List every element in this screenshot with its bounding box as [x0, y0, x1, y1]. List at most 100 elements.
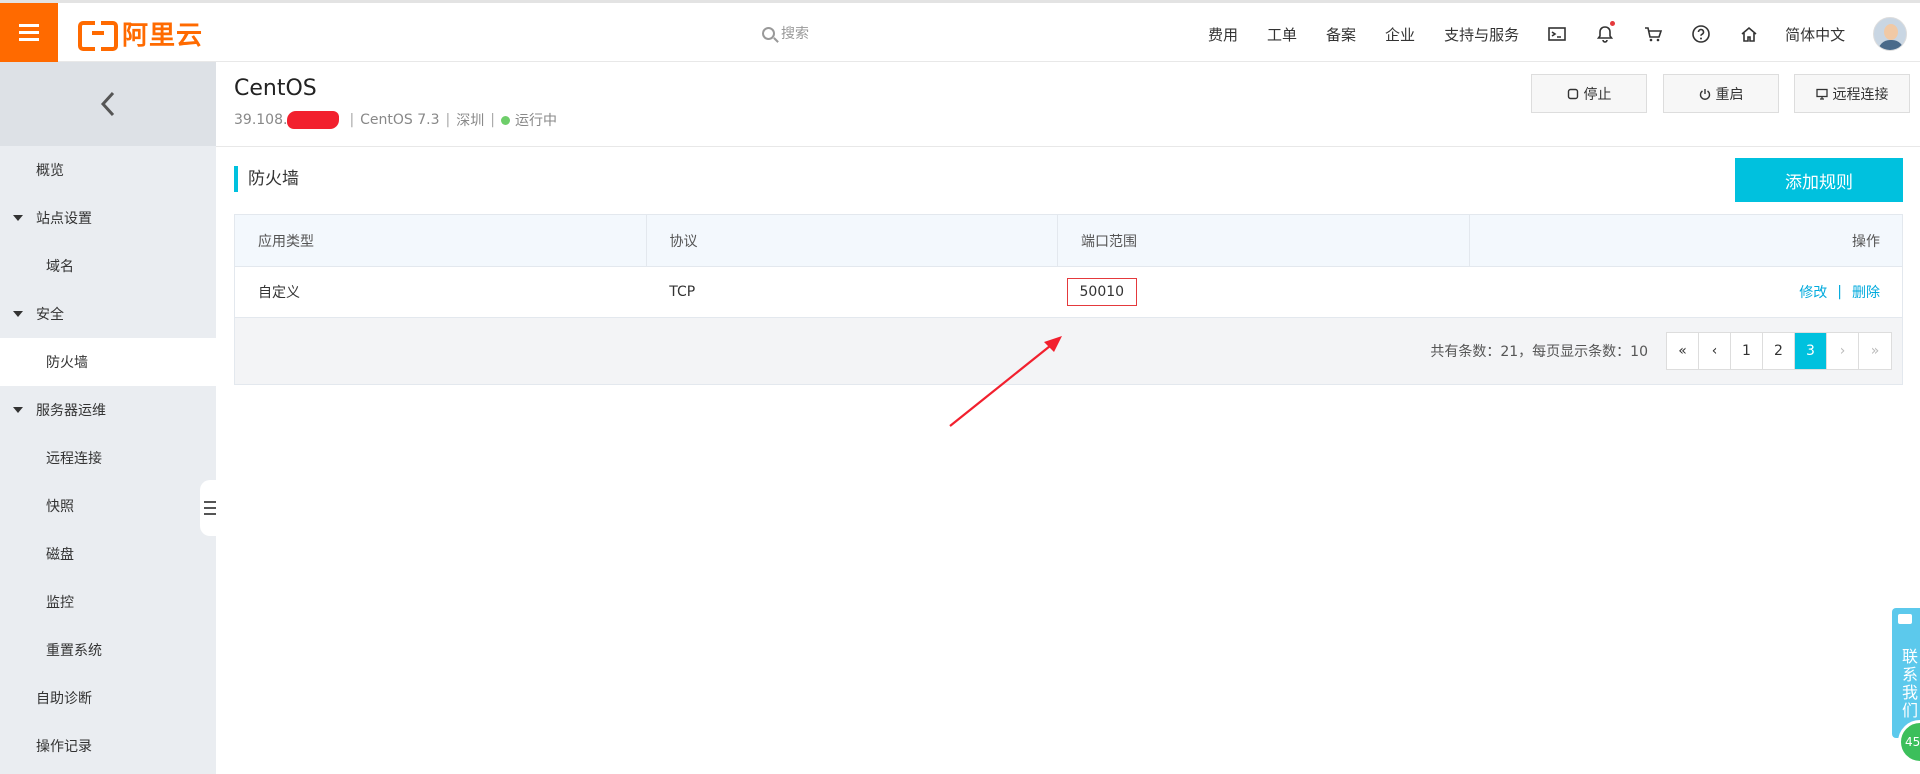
sidebar-item-monitor[interactable]: 监控 — [0, 578, 216, 626]
cell-app-type: 自定义 — [258, 285, 300, 301]
pagination: « ‹ 1 2 3 › » — [1666, 332, 1892, 370]
instance-info: 39.108. | CentOS 7.3 | 深圳 | 运行中 — [234, 111, 557, 129]
terminal-icon[interactable] — [1533, 3, 1581, 65]
stop-button[interactable]: 停止 — [1531, 74, 1647, 113]
header-divider — [216, 146, 1920, 147]
port-value-highlighted: 50010 — [1066, 278, 1138, 306]
chat-icon — [1898, 614, 1912, 624]
delete-link[interactable]: 删除 — [1852, 282, 1880, 302]
caret-down-icon — [13, 407, 23, 413]
page-2-button[interactable]: 2 — [1763, 333, 1795, 369]
sidebar-item-disk[interactable]: 磁盘 — [0, 530, 216, 578]
sidebar-item-label: 服务器运维 — [36, 403, 106, 419]
chevron-left-icon — [100, 91, 115, 117]
caret-down-icon — [13, 311, 23, 317]
column-header-app-type: 应用类型 — [235, 215, 647, 266]
sidebar-item-security[interactable]: 安全 — [0, 290, 216, 338]
sidebar-item-domain[interactable]: 域名 — [0, 242, 216, 290]
sidebar-item-remote[interactable]: 远程连接 — [0, 434, 216, 482]
restart-button[interactable]: 重启 — [1663, 74, 1779, 113]
section-title: 防火墙 — [234, 166, 299, 192]
aliyun-logo[interactable]: 阿里云 — [78, 17, 204, 51]
sidebar-item-label: 远程连接 — [46, 451, 102, 467]
caret-down-icon — [13, 215, 23, 221]
status-dot — [500, 115, 510, 125]
sidebar-item-firewall[interactable]: 防火墙 — [0, 338, 216, 386]
search-icon — [762, 26, 775, 40]
sidebar-item-server-ops[interactable]: 服务器运维 — [0, 386, 216, 434]
nav-fees[interactable]: 费用 — [1208, 24, 1238, 45]
add-rule-button[interactable]: 添加规则 — [1735, 158, 1903, 202]
sidebar-item-label: 重置系统 — [46, 643, 102, 659]
sidebar-item-label: 域名 — [46, 259, 74, 275]
sidebar-item-label: 安全 — [36, 307, 64, 323]
sidebar-item-label: 概览 — [36, 163, 64, 179]
page-last-button[interactable]: » — [1859, 333, 1891, 369]
sidebar-item-label: 自助诊断 — [36, 691, 92, 707]
cart-icon[interactable] — [1629, 3, 1677, 65]
sidebar-item-diagnosis[interactable]: 自助诊断 — [0, 674, 216, 722]
stop-icon — [1567, 88, 1578, 99]
sidebar: 概览 站点设置 域名 安全 防火墙 服务器运维 远程连接 快照 磁盘 监控 重置… — [0, 62, 216, 774]
redaction-mark — [287, 111, 340, 129]
contact-label: 联系我们 — [1899, 648, 1918, 720]
page-next-button[interactable]: › — [1827, 333, 1859, 369]
top-bar: 阿里云 搜索 费用 工单 备案 企业 支持与服务 简体中文 — [0, 0, 1920, 62]
pagination-summary: 共有条数：21，每页显示条数：10 — [1430, 344, 1648, 360]
cell-actions: 修改 | 删除 — [1799, 282, 1880, 302]
remote-connect-button[interactable]: 远程连接 — [1794, 74, 1910, 113]
sidebar-item-snapshot[interactable]: 快照 — [0, 482, 216, 530]
page-first-button[interactable]: « — [1667, 333, 1699, 369]
language-switch[interactable]: 简体中文 — [1785, 24, 1845, 45]
monitor-icon — [1815, 88, 1828, 100]
search-box[interactable]: 搜索 — [762, 23, 809, 43]
os-version: CentOS 7.3 — [360, 112, 440, 128]
status-text: 运行中 — [514, 113, 557, 129]
page-1-button[interactable]: 1 — [1731, 333, 1763, 369]
cell-protocol: TCP — [669, 284, 696, 300]
user-avatar[interactable] — [1873, 17, 1907, 51]
sidebar-item-label: 站点设置 — [36, 211, 92, 227]
ip-address: 39.108. — [234, 112, 288, 128]
instance-title: CentOS — [234, 76, 317, 101]
table-row: 自定义 TCP 50010 修改 | 删除 — [235, 267, 1902, 318]
nav-enterprise[interactable]: 企业 — [1385, 24, 1415, 45]
home-icon[interactable] — [1725, 3, 1773, 65]
remote-label: 远程连接 — [1832, 86, 1889, 103]
top-nav: 费用 工单 备案 企业 支持与服务 简体中文 — [1208, 3, 1874, 65]
column-header-port-range: 端口范围 — [1058, 215, 1470, 266]
nav-support[interactable]: 支持与服务 — [1444, 24, 1519, 45]
sidebar-item-operation-log[interactable]: 操作记录 — [0, 722, 216, 770]
sidebar-item-reset-system[interactable]: 重置系统 — [0, 626, 216, 674]
sidebar-item-overview[interactable]: 概览 — [0, 146, 216, 194]
page-3-button[interactable]: 3 — [1795, 333, 1827, 369]
menu-button[interactable] — [0, 3, 58, 62]
bell-icon[interactable] — [1581, 3, 1629, 65]
logo-mark-icon — [78, 19, 118, 51]
sidebar-item-label: 监控 — [46, 595, 74, 611]
back-button[interactable] — [0, 62, 216, 146]
annotation-arrow-icon — [949, 336, 1062, 427]
logo-text: 阿里云 — [122, 20, 204, 51]
stop-label: 停止 — [1583, 86, 1612, 103]
nav-tickets[interactable]: 工单 — [1267, 24, 1297, 45]
power-icon — [1699, 88, 1710, 100]
sidebar-item-label: 磁盘 — [46, 547, 74, 563]
cell-port-range: 50010 — [1058, 267, 1469, 317]
sidebar-item-label: 操作记录 — [36, 739, 92, 755]
sidebar-toggle-icon[interactable] — [200, 480, 220, 536]
page-prev-button[interactable]: ‹ — [1699, 333, 1731, 369]
table-header: 应用类型 协议 端口范围 操作 — [235, 215, 1902, 267]
help-icon[interactable] — [1677, 3, 1725, 65]
column-header-actions: 操作 — [1852, 233, 1880, 250]
search-placeholder: 搜索 — [781, 26, 809, 42]
edit-link[interactable]: 修改 — [1799, 282, 1827, 302]
nav-icp[interactable]: 备案 — [1326, 24, 1356, 45]
sidebar-item-label: 防火墙 — [46, 355, 88, 371]
column-header-protocol: 协议 — [647, 215, 1058, 266]
contact-us-widget[interactable]: 联系我们 — [1892, 608, 1920, 738]
restart-label: 重启 — [1715, 86, 1744, 103]
sidebar-item-site-settings[interactable]: 站点设置 — [0, 194, 216, 242]
sidebar-item-label: 快照 — [46, 499, 74, 515]
region: 深圳 — [456, 113, 485, 129]
